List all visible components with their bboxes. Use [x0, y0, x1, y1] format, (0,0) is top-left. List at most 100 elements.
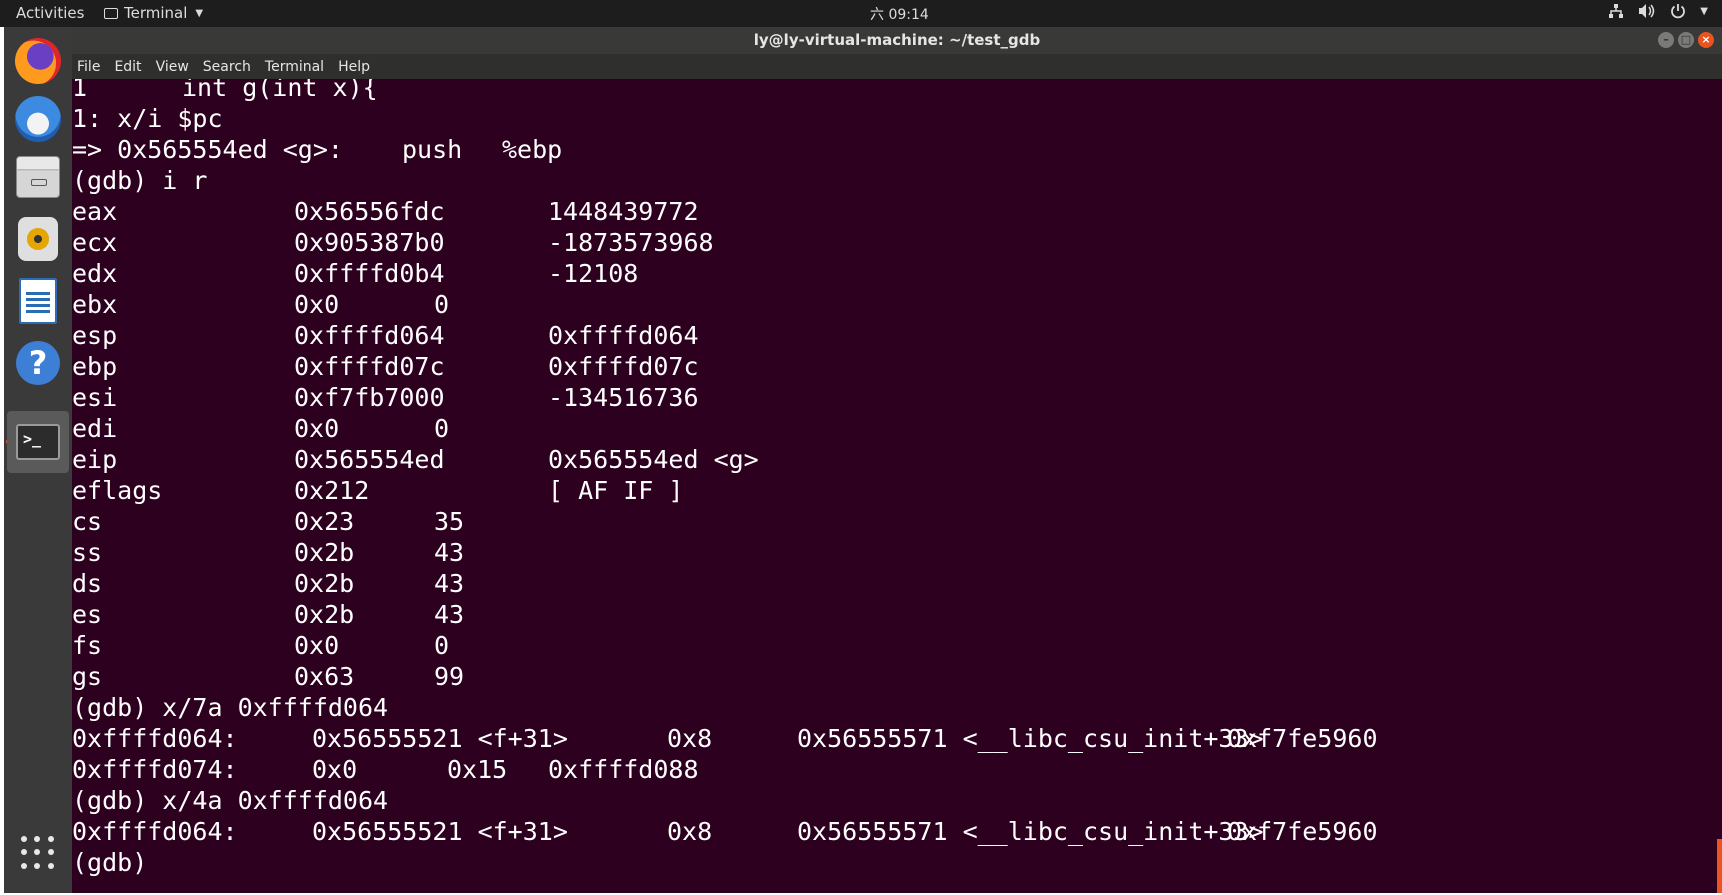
files-icon	[16, 156, 60, 198]
menu-bar: File Edit View Search Terminal Help	[72, 54, 1722, 79]
terminal-text: 0x0	[294, 631, 340, 660]
terminal-icon: >_	[16, 424, 60, 460]
terminal-text: (gdb)	[72, 848, 148, 877]
dock-rhythmbox[interactable]	[12, 213, 64, 265]
terminal-text: 0x56555521 <f+31>	[312, 817, 568, 846]
app-menu-label: Terminal	[124, 4, 188, 22]
dock-thunderbird[interactable]	[12, 93, 64, 145]
terminal-text: 0x23	[294, 507, 355, 536]
terminal-text: -1873573968	[548, 228, 714, 257]
terminal-text: 0xffffd088	[548, 755, 699, 784]
desktop: Activities Terminal ▼ 六 09:14 ▼ ? >_ ly@…	[0, 0, 1722, 895]
terminal-text: -12108	[548, 259, 639, 288]
terminal-text: 0x56555521 <f+31>	[312, 724, 568, 753]
terminal-text: 99	[434, 662, 465, 691]
show-applications-button[interactable]	[12, 827, 64, 879]
terminal-text: 0xf7fb7000	[294, 383, 445, 412]
terminal-text: esp	[72, 321, 118, 350]
menu-file[interactable]: File	[72, 59, 107, 75]
terminal-text: int g(int x){	[182, 79, 378, 102]
volume-icon	[1639, 4, 1655, 18]
window-title: ly@ly-virtual-machine: ~/test_gdb	[753, 31, 1041, 49]
window-controls: – □ ×	[1658, 32, 1714, 48]
terminal-text: 0xffffd064:	[72, 724, 238, 753]
terminal-text: 35	[434, 507, 465, 536]
terminal-small-icon	[104, 7, 118, 19]
dock: ? >_	[4, 27, 72, 893]
terminal-text: 0x565554ed	[294, 445, 445, 474]
terminal-text: => 0x565554ed <g>:	[72, 135, 343, 164]
menu-terminal[interactable]: Terminal	[258, 59, 331, 75]
terminal-text: 43	[434, 569, 465, 598]
terminal-text: 0xffffd0b4	[294, 259, 445, 288]
dock-help[interactable]: ?	[12, 337, 64, 389]
app-menu[interactable]: Terminal ▼	[104, 4, 203, 22]
terminal-text: edx	[72, 259, 118, 288]
terminal-text: 0x0	[294, 290, 340, 319]
terminal-text: (gdb) i r	[72, 166, 208, 195]
minimize-button[interactable]: –	[1658, 32, 1674, 48]
terminal-text: eax	[72, 197, 118, 226]
menu-help[interactable]: Help	[331, 59, 377, 75]
terminal-text: 1: x/i $pc	[72, 104, 223, 133]
terminal-text: -134516736	[548, 383, 699, 412]
terminal-text: %ebp	[502, 135, 563, 164]
thunderbird-icon	[15, 96, 61, 142]
terminal-text: push	[402, 135, 463, 164]
help-icon: ?	[16, 341, 60, 385]
terminal-text: cs	[72, 507, 103, 536]
terminal-output[interactable]: 1 int g(int x){1: x/i $pc => 0x565554ed <g…	[72, 79, 1722, 893]
terminal-text: 0x2b	[294, 538, 355, 567]
menu-edit[interactable]: Edit	[107, 59, 148, 75]
terminal-text: es	[72, 600, 103, 629]
clock[interactable]: 六 09:14	[870, 4, 929, 24]
terminal-text: 0x56555571 <__libc_csu_init+33>	[797, 724, 1264, 753]
terminal-text: ss	[72, 538, 103, 567]
terminal-text: 0x15	[447, 755, 508, 784]
terminal-text: ebp	[72, 352, 118, 381]
terminal-text: 0x63	[294, 662, 355, 691]
dock-firefox[interactable]	[12, 35, 64, 87]
terminal-text: eflags	[72, 476, 163, 505]
activities-button[interactable]: Activities	[16, 4, 84, 22]
top-bar: Activities Terminal ▼ 六 09:14 ▼	[0, 0, 1722, 27]
terminal-text: 1	[72, 79, 88, 102]
dock-writer[interactable]	[12, 275, 64, 327]
network-icon	[1609, 4, 1624, 18]
dock-terminal[interactable]: >_	[7, 411, 69, 473]
terminal-text: 0x2b	[294, 569, 355, 598]
terminal-text: ebx	[72, 290, 118, 319]
menu-view[interactable]: View	[149, 59, 196, 75]
rhythmbox-icon	[18, 217, 58, 261]
terminal-text: 0x2b	[294, 600, 355, 629]
menu-search[interactable]: Search	[196, 59, 258, 75]
terminal-text: 0x8	[667, 724, 713, 753]
terminal-text: 0x0	[312, 755, 358, 784]
terminal-text: 1448439772	[548, 197, 699, 226]
terminal-text: ds	[72, 569, 103, 598]
terminal-text: 0	[434, 414, 450, 443]
terminal-text: 0xffffd07c	[548, 352, 699, 381]
terminal-text: 0xf7fe5960	[1227, 724, 1378, 753]
dock-files[interactable]	[12, 151, 64, 203]
scrollbar-thumb[interactable]	[1717, 839, 1722, 893]
terminal-text: 0xffffd064:	[72, 817, 238, 846]
terminal-text: fs	[72, 631, 103, 660]
power-icon	[1671, 4, 1686, 19]
system-tray[interactable]: ▼	[1608, 3, 1708, 19]
firefox-icon	[15, 38, 61, 84]
terminal-text: 43	[434, 600, 465, 629]
window-titlebar[interactable]: ly@ly-virtual-machine: ~/test_gdb – □ ×	[72, 27, 1722, 54]
terminal-text: 0x56556fdc	[294, 197, 445, 226]
close-button[interactable]: ×	[1698, 32, 1714, 48]
terminal-text: 0xffffd064	[294, 321, 445, 350]
chevron-down-icon: ▼	[1700, 5, 1708, 17]
terminal-text: 0xffffd074:	[72, 755, 238, 784]
terminal-text: 0	[434, 290, 450, 319]
terminal-text: 0x565554ed <g>	[548, 445, 759, 474]
terminal-text: 0xffffd07c	[294, 352, 445, 381]
terminal-text: (gdb) x/7a 0xffffd064	[72, 693, 389, 722]
maximize-button[interactable]: □	[1678, 32, 1694, 48]
terminal-text: eip	[72, 445, 118, 474]
app-grid-icon	[21, 836, 55, 870]
